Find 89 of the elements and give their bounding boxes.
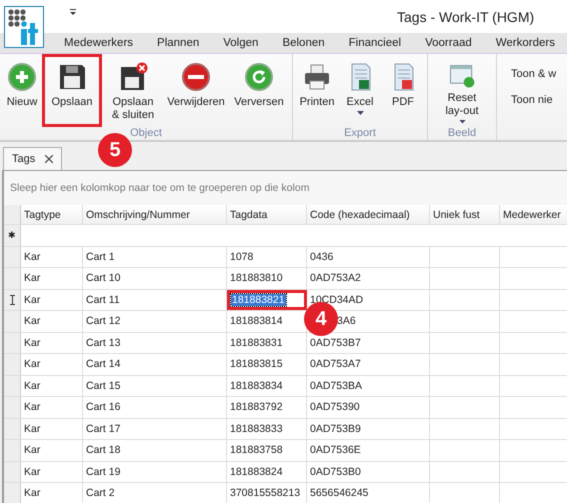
ribbon-group-label: Object (130, 127, 162, 140)
column-header[interactable]: Omschrijving/Nummer (83, 205, 227, 224)
ribbon-tab[interactable]: Financieel (340, 37, 410, 49)
table-cell: 5656546245 (307, 483, 430, 503)
table-cell: Kar (21, 462, 83, 482)
ribbon-button[interactable]: Printen (295, 54, 339, 127)
table-cell: Kar (21, 376, 83, 396)
ribbon-button[interactable]: Opslaan (42, 54, 102, 127)
caret-icon (458, 120, 466, 124)
table-cell: 181883792 (227, 397, 307, 418)
refresh-icon (244, 62, 274, 92)
ribbon-tab[interactable]: Werkorders (488, 37, 563, 49)
table-cell: Kar (21, 397, 83, 418)
close-icon[interactable] (45, 155, 54, 163)
ribbon-button[interactable]: Verversen (228, 54, 290, 127)
new-row-marker: ✱ (4, 225, 21, 246)
table-cell: Kar (21, 311, 83, 332)
table-cell: Kar (21, 418, 83, 439)
cell-editor[interactable]: 181883821 (227, 290, 307, 310)
ribbon-button[interactable]: Verwijderen (164, 54, 228, 127)
table-cell: 0436 (307, 246, 430, 267)
table-cell: Kar (21, 354, 83, 374)
column-header[interactable]: Tagtype (21, 205, 83, 224)
table-cell: Kar (21, 290, 83, 310)
table-cell: 1078 (227, 246, 307, 267)
table-cell: Cart 18 (83, 440, 227, 460)
window-refresh-icon (447, 62, 477, 88)
table-cell: 0AD75390 (307, 397, 430, 418)
table-cell: Kar (21, 440, 83, 460)
table-cell: 370815558213 (227, 483, 307, 503)
table-cell: 0AD753A2 (307, 268, 430, 288)
table-cell: Kar (21, 246, 83, 267)
table-cell: 0AD753A7 (307, 354, 430, 374)
caret-icon (356, 111, 364, 115)
table-cell: Kar (21, 483, 83, 503)
ribbon-tab[interactable]: Medewerkers (56, 37, 142, 49)
dropdown-icon[interactable] (69, 9, 77, 16)
table-cell: Cart 11 (83, 290, 227, 310)
printer-icon (302, 62, 332, 92)
table-cell: Cart 2 (83, 483, 227, 503)
ribbon-button[interactable]: PDF (381, 54, 425, 127)
ribbon-tab[interactable]: Voorraad (417, 37, 480, 49)
window-title: Tags - Work-IT (HGM) (397, 8, 534, 24)
floppy-disk-close-icon (118, 62, 148, 92)
table-cell: 181883824 (227, 462, 307, 482)
ribbon-group-label: Export (344, 127, 376, 140)
row-indicator[interactable] (4, 290, 21, 310)
table-cell: Cart 1 (83, 246, 227, 267)
table-cell: 0AD753B0 (307, 462, 430, 482)
table-cell: 181883831 (227, 332, 307, 353)
table-cell: 181883815 (227, 354, 307, 374)
ribbon-tab[interactable]: Volgen (215, 37, 266, 49)
table-cell: Cart 16 (83, 397, 227, 418)
table-cell: Cart 14 (83, 354, 227, 374)
ribbon-group-label: Beeld (448, 127, 476, 140)
table-cell: Kar (21, 332, 83, 353)
table-cell: 0AD753BA (307, 376, 430, 396)
plus-icon (7, 62, 37, 92)
column-header[interactable]: Code (hexadecimaal) (307, 205, 430, 224)
table-cell: 0AD7536E (307, 440, 430, 460)
table-cell: Cart 10 (83, 268, 227, 288)
table-cell: 181883810 (227, 268, 307, 288)
table-cell: 0AD753B9 (307, 418, 430, 439)
ribbon-button[interactable]: Excel (339, 54, 381, 127)
table-cell: Kar (21, 268, 83, 288)
ribbon-link[interactable]: Toon nie (511, 94, 553, 106)
ribbon-tab[interactable]: Belonen (274, 37, 333, 49)
table-cell: 181883834 (227, 376, 307, 396)
ribbon-link[interactable]: Toon & w (511, 68, 556, 80)
document-tab[interactable]: Tags (3, 147, 62, 170)
table-cell: Cart 19 (83, 462, 227, 482)
table-cell: Cart 17 (83, 418, 227, 439)
minus-icon (181, 62, 211, 92)
table-cell: 181883758 (227, 440, 307, 460)
ribbon-tab[interactable]: Plannen (149, 37, 208, 49)
table-cell: Cart 15 (83, 376, 227, 396)
table-cell: Cart 12 (83, 311, 227, 332)
group-panel-hint: Sleep hier een kolomkop naar toe om te groeperen op die kolom (10, 182, 310, 194)
table-cell: 181883833 (227, 418, 307, 439)
column-header[interactable]: Uniek fust (430, 205, 500, 224)
ribbon-button[interactable]: Nieuw (2, 54, 42, 127)
ribbon-button[interactable]: Reset lay-out (430, 54, 494, 127)
app-logo-icon[interactable] (4, 6, 44, 48)
text-cursor-icon (10, 294, 14, 305)
table-cell: Cart 13 (83, 332, 227, 353)
ribbon-button[interactable]: Opslaan & sluiten (102, 54, 164, 127)
column-header[interactable]: Medewerker (500, 205, 567, 224)
step-number-badge: 5 (98, 133, 132, 167)
column-header[interactable]: Tagdata (227, 205, 307, 224)
